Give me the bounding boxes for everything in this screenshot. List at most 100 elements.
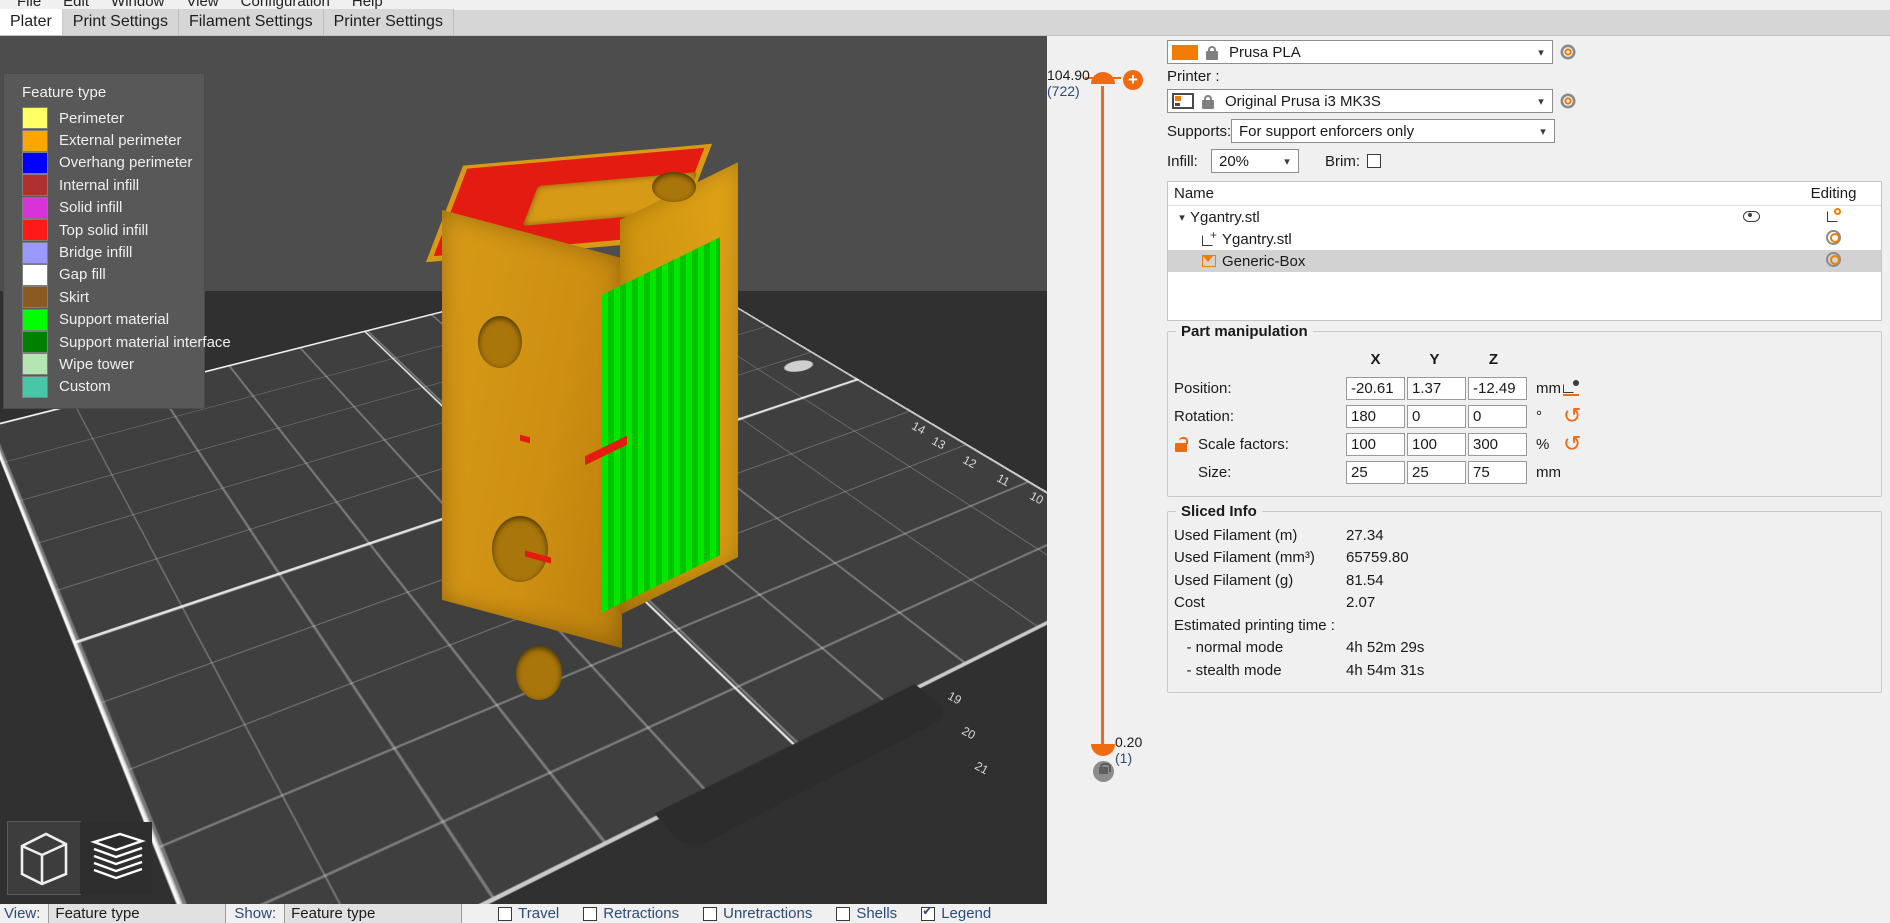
legend-item-support-material-interface[interactable]: Support material interface	[4, 331, 231, 354]
chevron-down-icon[interactable]: ▾	[1532, 125, 1554, 138]
legend-swatch	[22, 241, 48, 264]
scale-x-input[interactable]: 100	[1346, 432, 1405, 456]
legend-item-support-material[interactable]: Support material	[4, 308, 204, 331]
preview-viewport[interactable]: 14 13 12 11 10 19 20 21 Feature type Per…	[0, 36, 1047, 904]
visibility-cell[interactable]	[1716, 209, 1786, 226]
printer-settings-gear-icon[interactable]	[1559, 92, 1577, 110]
printer-row: Original Prusa i3 MK3S ▾	[1167, 89, 1882, 113]
chevron-down-icon[interactable]: ▾	[1530, 95, 1552, 108]
scale-z-input[interactable]: 300	[1468, 432, 1527, 456]
add-part-icon[interactable]: +	[1202, 229, 1217, 246]
legend-checkbox[interactable]	[921, 904, 936, 921]
reset-rotation-icon[interactable]: ↺	[1563, 405, 1581, 427]
rotation-x-input[interactable]: 180	[1346, 404, 1405, 428]
chevron-down-icon[interactable]: ▾	[1174, 211, 1190, 224]
layer-slider-lower-handle[interactable]	[1091, 744, 1115, 756]
retractions-checkbox[interactable]	[583, 906, 598, 921]
box-modifier-icon[interactable]	[1826, 208, 1841, 222]
editing-cell[interactable]	[1786, 251, 1881, 271]
shells-checkbox[interactable]	[836, 906, 851, 921]
position-x-input[interactable]: -20.61	[1346, 376, 1405, 400]
legend-item-gap-fill[interactable]: Gap fill	[4, 263, 204, 286]
layer-slider[interactable]: 104.90 (722) 0.20 (1) +	[1047, 36, 1163, 904]
tab-bar: Plater Print Settings Filament Settings …	[0, 9, 1890, 36]
chevron-down-icon[interactable]: ▾	[1530, 46, 1552, 59]
legend-item-bridge-infill[interactable]: Bridge infill	[4, 241, 204, 264]
axis-header-row: X Y Z	[1174, 344, 1875, 374]
unretractions-checkbox[interactable]	[703, 906, 718, 921]
shells-checkbox-wrap[interactable]: Shells	[836, 905, 897, 922]
object-list[interactable]: Name Editing ▾ Ygantry.stl + Ygantry.stl	[1167, 181, 1882, 321]
printer-label: Printer :	[1167, 68, 1220, 85]
legend-swatch	[22, 308, 48, 331]
legend-item-custom[interactable]: Custom	[4, 375, 204, 398]
sliced-info-row: Estimated printing time :	[1174, 614, 1875, 637]
position-y-input[interactable]: 1.37	[1407, 376, 1466, 400]
preview-view-button[interactable]	[80, 822, 152, 894]
position-z-input[interactable]: -12.49	[1468, 376, 1527, 400]
gear-icon[interactable]	[1826, 251, 1841, 267]
add-color-change-icon[interactable]: +	[1123, 70, 1143, 90]
eye-icon[interactable]	[1742, 210, 1760, 222]
feature-type-legend: Feature type Perimeter External perimete…	[4, 74, 231, 409]
legend-item-skirt[interactable]: Skirt	[4, 286, 204, 309]
table-row[interactable]: ▾ Ygantry.stl	[1168, 206, 1881, 228]
brim-checkbox[interactable]	[1367, 154, 1381, 168]
editing-cell[interactable]	[1786, 229, 1881, 249]
tab-filament-settings[interactable]: Filament Settings	[178, 9, 324, 35]
object-label: Ygantry.stl	[1222, 230, 1292, 248]
scale-y-input[interactable]: 100	[1407, 432, 1466, 456]
show-combo[interactable]: Feature type	[284, 904, 463, 923]
layer-slider-track[interactable]	[1101, 86, 1104, 748]
view-combo[interactable]: Feature type	[48, 904, 227, 923]
supports-label: Supports:	[1167, 122, 1232, 140]
travel-checkbox-wrap[interactable]: Travel	[498, 905, 559, 922]
unretractions-checkbox-wrap[interactable]: Unretractions	[703, 905, 812, 922]
legend-label: Support material	[59, 311, 170, 329]
lock-layers-icon[interactable]	[1093, 761, 1114, 782]
legend-item-wipe-tower[interactable]: Wipe tower	[4, 353, 204, 376]
size-x-input[interactable]: 25	[1346, 460, 1405, 484]
filament-settings-gear-icon[interactable]	[1559, 43, 1577, 61]
table-row[interactable]: + Ygantry.stl	[1168, 228, 1881, 250]
tab-print-settings[interactable]: Print Settings	[62, 9, 179, 35]
chevron-down-icon[interactable]: ▾	[1276, 155, 1298, 168]
unlock-icon[interactable]	[1174, 436, 1190, 452]
tab-printer-settings[interactable]: Printer Settings	[323, 9, 454, 35]
size-y-input[interactable]: 25	[1407, 460, 1466, 484]
legend-item-solid-infill[interactable]: Solid infill	[4, 196, 204, 219]
editing-cell[interactable]	[1786, 208, 1881, 226]
travel-checkbox[interactable]	[498, 906, 513, 921]
size-z-input[interactable]: 75	[1468, 460, 1527, 484]
reset-scale-icon[interactable]: ↺	[1563, 433, 1581, 455]
editor-view-button[interactable]	[7, 821, 81, 895]
model-preview[interactable]	[425, 116, 750, 700]
legend-swatch	[22, 196, 48, 219]
printer-combo[interactable]: Original Prusa i3 MK3S ▾	[1167, 89, 1553, 113]
supports-combo[interactable]: For support enforcers only ▾	[1231, 119, 1555, 143]
legend-item-top-solid-infill[interactable]: Top solid infill	[4, 219, 204, 242]
filament-color-swatch	[1172, 44, 1198, 60]
legend-item-overhang-perimeter[interactable]: Overhang perimeter	[4, 151, 204, 174]
drop-to-bed-icon[interactable]	[1563, 380, 1579, 396]
legend-label: Gap fill	[59, 266, 106, 284]
retractions-checkbox-wrap[interactable]: Retractions	[583, 905, 679, 922]
legend-item-internal-infill[interactable]: Internal infill	[4, 174, 204, 197]
legend-swatch	[22, 151, 48, 174]
layer-lower-index: (1)	[1115, 750, 1133, 766]
legend-item-external-perimeter[interactable]: External perimeter	[4, 129, 204, 152]
rotation-z-input[interactable]: 0	[1468, 404, 1527, 428]
filament-combo[interactable]: Prusa PLA ▾	[1167, 40, 1553, 64]
gear-icon[interactable]	[1826, 229, 1841, 245]
model-hole	[478, 316, 522, 368]
object-row-name: + Ygantry.stl	[1168, 229, 1716, 248]
legend-item-perimeter[interactable]: Perimeter	[4, 107, 204, 130]
lock-icon	[1201, 94, 1215, 109]
rotation-y-input[interactable]: 0	[1407, 404, 1466, 428]
tab-plater[interactable]: Plater	[0, 9, 63, 35]
position-label: Position:	[1174, 379, 1232, 397]
infill-combo[interactable]: 20% ▾	[1211, 149, 1299, 173]
legend-checkbox-wrap[interactable]: Legend	[921, 904, 991, 922]
table-row[interactable]: Generic-Box	[1168, 250, 1881, 272]
filament-value: Prusa PLA	[1229, 43, 1301, 61]
